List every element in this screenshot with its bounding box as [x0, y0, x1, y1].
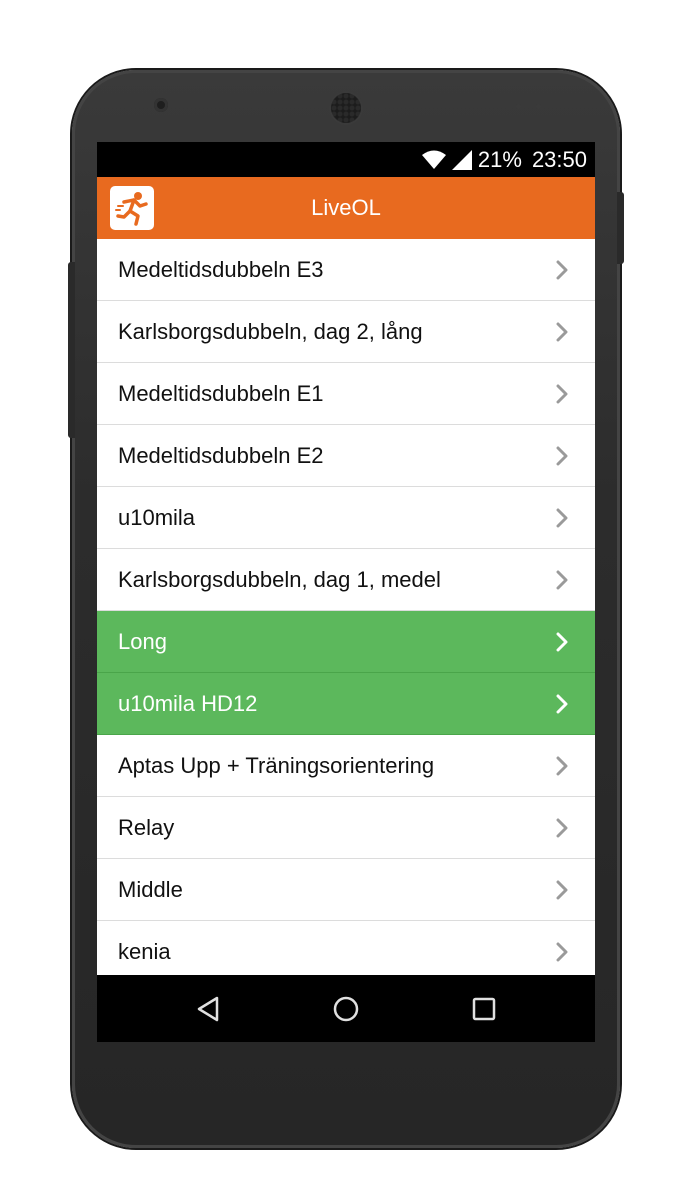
list-item[interactable]: Aptas Upp + Träningsorientering [97, 735, 595, 797]
list-item[interactable]: kenia [97, 921, 595, 975]
earpiece-speaker [331, 93, 361, 123]
home-circle-icon[interactable] [328, 991, 364, 1027]
list-item-label: Medeltidsdubbeln E2 [118, 443, 324, 468]
recents-square-icon[interactable] [466, 991, 502, 1027]
clock: 23:50 [531, 147, 587, 172]
list-item-label: kenia [118, 939, 171, 964]
chevron-right-icon [555, 756, 569, 776]
chevron-right-icon [555, 508, 569, 528]
list-item-label: Medeltidsdubbeln E3 [118, 257, 324, 282]
chevron-right-icon [555, 384, 569, 404]
list-item[interactable]: Middle [97, 859, 595, 921]
light-sensor [536, 104, 541, 109]
status-bar: 21% 23:50 [97, 142, 595, 177]
app-bar: LiveOL [97, 177, 595, 239]
list-item-label: Karlsborgsdubbeln, dag 2, lång [118, 319, 423, 344]
chevron-right-icon [555, 632, 569, 652]
signal-icon [451, 150, 472, 170]
navigation-bar [97, 975, 595, 1042]
list-item-label: Medeltidsdubbeln E1 [118, 381, 324, 406]
list-item[interactable]: Karlsborgsdubbeln, dag 2, lång [97, 301, 595, 363]
proximity-sensor [516, 104, 521, 109]
list-item-label: u10mila HD12 [118, 691, 258, 716]
list-item[interactable]: u10mila HD12 [97, 673, 595, 735]
list-item[interactable]: Relay [97, 797, 595, 859]
battery-percent: 21% [477, 147, 522, 172]
app-title: LiveOL [311, 195, 381, 220]
list-item-label: Relay [118, 815, 175, 840]
front-camera [154, 98, 168, 112]
chevron-right-icon [555, 942, 569, 962]
chevron-right-icon [555, 694, 569, 714]
list-item[interactable]: u10mila [97, 487, 595, 549]
list-item-label: Long [118, 629, 167, 654]
list-item[interactable]: Long [97, 611, 595, 673]
list-item-label: Karlsborgsdubbeln, dag 1, medel [118, 567, 441, 592]
status-icons: 21% 23:50 [421, 147, 587, 173]
chevron-right-icon [555, 260, 569, 280]
list-item-label: u10mila [118, 505, 196, 530]
list-item[interactable]: Medeltidsdubbeln E2 [97, 425, 595, 487]
screen: 21% 23:50 LiveOL Medeltidsdubbeln E3 Karl… [97, 142, 595, 1042]
chevron-right-icon [555, 570, 569, 590]
chevron-right-icon [555, 322, 569, 342]
list-item[interactable]: Karlsborgsdubbeln, dag 1, medel [97, 549, 595, 611]
list-item[interactable]: Medeltidsdubbeln E3 [97, 239, 595, 301]
volume-button [68, 262, 75, 438]
power-button [617, 192, 624, 264]
chevron-right-icon [555, 446, 569, 466]
chevron-right-icon [555, 880, 569, 900]
event-list: Medeltidsdubbeln E3 Karlsborgsdubbeln, da… [97, 239, 595, 975]
list-item[interactable]: Medeltidsdubbeln E1 [97, 363, 595, 425]
back-triangle-icon[interactable] [190, 991, 226, 1027]
list-item-label: Middle [118, 877, 183, 902]
chevron-right-icon [555, 818, 569, 838]
list-item-label: Aptas Upp + Träningsorientering [118, 753, 435, 778]
wifi-icon [421, 150, 446, 170]
